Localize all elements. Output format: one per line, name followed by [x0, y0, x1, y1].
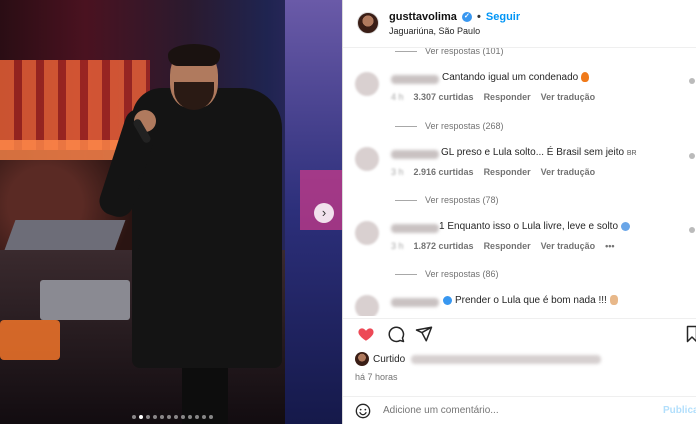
comment-text-line: Cantando igual um condenado [442, 72, 590, 83]
carousel-dot [202, 415, 206, 419]
comment-likes[interactable]: 2.916 curtidas [414, 167, 474, 177]
carousel-dot [209, 415, 213, 419]
comment-input[interactable] [383, 405, 603, 416]
commenter-avatar[interactable] [355, 147, 379, 171]
separator-dot: • [476, 11, 481, 23]
comment-text-line: 1 Enquanto isso o Lula livre, leve e sol… [439, 221, 630, 232]
brain-icon [621, 221, 630, 231]
translate-button[interactable]: Ver tradução [541, 92, 596, 102]
post-header: gusttavolima ✓ • Seguir Jaguariúna, São … [343, 0, 696, 48]
post-location[interactable]: Jaguariúna, São Paulo [389, 26, 480, 36]
bookmark-icon[interactable] [685, 325, 696, 343]
comment-text-line: GL preso e Lula solto... É Brasil sem je… [441, 147, 637, 158]
singer [95, 44, 292, 424]
comment-text: 1 Enquanto isso o Lula livre, leve e sol… [439, 221, 618, 232]
fire-icon [581, 72, 590, 83]
action-bar [343, 318, 696, 348]
carousel-dot [132, 415, 136, 419]
comment-item: Prender o Lula que é bom nada !!! [355, 295, 696, 316]
comment-like-icon[interactable] [689, 153, 695, 159]
view-replies-button[interactable]: Ver respostas (101) [395, 48, 504, 56]
singer-hair [168, 44, 220, 66]
comments-list: Ver respostas (101) Cantando igual um co… [343, 48, 696, 316]
comment-meta: 3 h 2.916 curtidas Responder Ver traduçã… [391, 167, 595, 177]
commenter-avatar[interactable] [355, 221, 379, 245]
more-options-icon[interactable]: ••• [605, 241, 614, 251]
comment-text: Cantando igual um condenado [442, 72, 579, 83]
carousel-dot [181, 415, 185, 419]
view-replies-button[interactable]: Ver respostas (78) [395, 195, 499, 205]
carousel-dot [153, 415, 157, 419]
reply-button[interactable]: Responder [484, 92, 531, 102]
commenter-name-blurred[interactable] [391, 150, 439, 159]
carousel-dots [132, 415, 213, 419]
post-photo[interactable]: › [0, 0, 342, 424]
brazil-flag-icon: BR [626, 150, 637, 157]
verified-icon [443, 295, 452, 305]
view-replies-button[interactable]: Ver respostas (268) [395, 121, 504, 131]
author-line: gusttavolima ✓ • Seguir [389, 11, 520, 23]
commenter-name-blurred[interactable] [391, 75, 439, 84]
comment-meta: 3 h 1.872 curtidas Responder Ver traduçã… [391, 241, 615, 251]
comment-meta: 4 h 3.307 curtidas Responder Ver traduçã… [391, 92, 595, 102]
comment-item: GL preso e Lula solto... É Brasil sem je… [355, 147, 696, 191]
post-panel: gusttavolima ✓ • Seguir Jaguariúna, São … [342, 0, 696, 424]
post-time[interactable]: há 7 horas [355, 372, 398, 382]
commenter-name-blurred[interactable] [391, 298, 439, 307]
carousel-dot [195, 415, 199, 419]
comment-text-line: Prender o Lula que é bom nada !!! [443, 295, 618, 306]
follow-button[interactable]: Seguir [486, 11, 520, 23]
carousel-dot [160, 415, 164, 419]
reply-button[interactable]: Responder [484, 241, 531, 251]
commenter-avatar[interactable] [355, 72, 379, 96]
heart-icon[interactable] [357, 325, 375, 343]
liker-avatar[interactable] [355, 352, 369, 366]
translate-button[interactable]: Ver tradução [541, 241, 596, 251]
carousel-dot [188, 415, 192, 419]
share-icon[interactable] [415, 325, 433, 343]
author-username[interactable]: gusttavolima [389, 11, 457, 23]
comment-age: 3 h [391, 167, 404, 177]
carousel-dot [146, 415, 150, 419]
comment-age: 4 h [391, 92, 404, 102]
publish-button[interactable]: Publicar [663, 405, 696, 416]
comment-text: Prender o Lula que é bom nada !!! [455, 295, 607, 306]
stage-equipment [4, 220, 126, 250]
stage-fire [0, 320, 60, 360]
comment-age: 3 h [391, 241, 404, 251]
verified-icon: ✓ [461, 12, 472, 23]
comment-likes[interactable]: 3.307 curtidas [414, 92, 474, 102]
carousel-dot [139, 415, 143, 419]
liked-by-label: Curtido [373, 353, 406, 365]
liked-by-names-blurred[interactable] [411, 354, 602, 364]
commenter-avatar[interactable] [355, 295, 379, 316]
reply-button[interactable]: Responder [484, 167, 531, 177]
thumbs-down-icon [609, 295, 618, 306]
next-image-button[interactable]: › [314, 203, 334, 223]
comment-text: GL preso e Lula solto... É Brasil sem je… [441, 147, 625, 158]
commenter-name-blurred[interactable] [391, 224, 439, 233]
liked-by-line: Curtido [355, 352, 602, 366]
comment-item: Cantando igual um condenado 4 h 3.307 cu… [355, 72, 696, 116]
add-comment-bar: Publicar [343, 396, 696, 424]
comment-like-icon[interactable] [689, 78, 695, 84]
comment-item: 1 Enquanto isso o Lula livre, leve e sol… [355, 221, 696, 265]
carousel-dot [174, 415, 178, 419]
comment-icon[interactable] [387, 325, 405, 343]
carousel-dot [167, 415, 171, 419]
stage-lights-lower [0, 140, 130, 160]
comment-like-icon[interactable] [689, 227, 695, 233]
view-replies-button[interactable]: Ver respostas (86) [395, 269, 499, 279]
comment-likes[interactable]: 1.872 curtidas [414, 241, 474, 251]
translate-button[interactable]: Ver tradução [541, 167, 596, 177]
author-avatar[interactable] [357, 12, 379, 34]
emoji-picker-icon[interactable] [355, 403, 371, 419]
